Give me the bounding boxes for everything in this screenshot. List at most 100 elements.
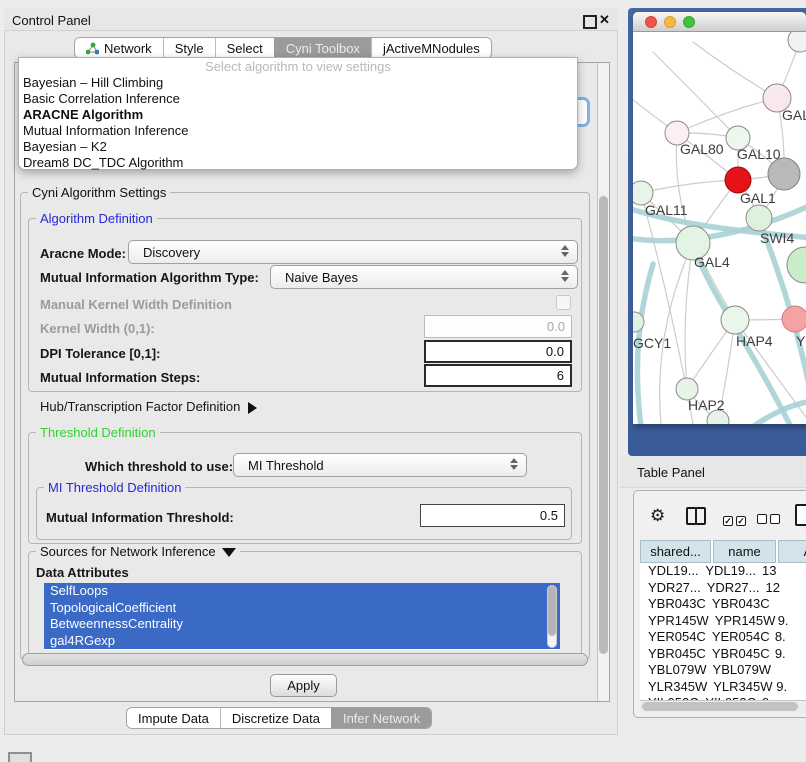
float-window-icon[interactable]	[583, 15, 597, 29]
attribute-list-scrollbar-thumb[interactable]	[548, 586, 556, 636]
table-row[interactable]: YER054CYER054C8.	[640, 629, 806, 646]
network-window-titlebar[interactable]	[633, 12, 806, 32]
deselect-all-columns-icon[interactable]	[757, 512, 783, 527]
table-row[interactable]: YBR043CYBR043C	[640, 596, 806, 613]
manual-kernel-checkbox[interactable]	[556, 295, 571, 310]
window-zoom-icon[interactable]	[683, 16, 695, 28]
column-header-a[interactable]: A	[778, 540, 806, 563]
table-cell: YBL079W	[707, 662, 770, 679]
table-row[interactable]: YDR27...YDR27...12	[640, 580, 806, 597]
data-attributes-label: Data Attributes	[36, 565, 129, 580]
mi-threshold-field[interactable]	[420, 504, 565, 527]
algorithm-option-bayesian-hill-climbing[interactable]: Bayesian – Hill Climbing	[19, 75, 577, 91]
combo-stepper-icon	[561, 270, 569, 282]
network-node[interactable]	[787, 247, 806, 283]
tab-select[interactable]: Select	[215, 38, 274, 58]
combo-stepper-icon	[561, 245, 569, 257]
sources-group-title[interactable]: Sources for Network Inference	[36, 545, 240, 558]
table-cell: YBL079W	[640, 662, 707, 679]
column-header-name[interactable]: name	[713, 540, 776, 563]
attribute-item-topologicalcoefficient[interactable]: TopologicalCoefficient	[44, 600, 560, 617]
table-cell: YBR045C	[706, 646, 769, 663]
collapsed-arrow-icon	[248, 402, 257, 414]
network-edge[interactable]	[685, 243, 693, 389]
tab-network[interactable]: Network	[75, 38, 163, 58]
tab-label: Impute Data	[138, 711, 209, 726]
table-row[interactable]: YLR345WYLR345W9.	[640, 679, 806, 696]
tab-style[interactable]: Style	[163, 38, 215, 58]
table-hscrollbar-thumb[interactable]	[642, 702, 798, 711]
network-node[interactable]	[768, 158, 800, 190]
network-node[interactable]	[746, 205, 772, 231]
node-label: GAL80	[680, 141, 724, 157]
network-edge[interactable]	[641, 180, 738, 193]
select-all-columns-icon[interactable]: ✓✓	[723, 512, 749, 527]
algorithm-option-dream8-dc-tdc-algorithm[interactable]: Dream8 DC_TDC Algorithm	[19, 155, 577, 171]
column-header-shared-[interactable]: shared...	[640, 540, 711, 563]
mi-type-value: Naive Bayes	[285, 270, 358, 285]
network-node[interactable]	[788, 32, 806, 52]
node-label: Y	[796, 333, 806, 349]
vertical-scrollbar-thumb[interactable]	[599, 196, 608, 654]
table-cell: 9.	[769, 646, 806, 663]
table-row[interactable]: YBR045CYBR045C9.	[640, 646, 806, 663]
aracne-mode-combo[interactable]: Discovery	[128, 240, 578, 264]
algorithm-option-basic-correlation-inference[interactable]: Basic Correlation Inference	[19, 91, 577, 107]
algorithm-option-bayesian-k2[interactable]: Bayesian – K2	[19, 139, 577, 155]
network-edge[interactable]	[693, 42, 777, 98]
kernel-width-field[interactable]	[424, 315, 572, 338]
dpi-tolerance-field[interactable]	[424, 340, 572, 363]
table-cell: YBR043C	[706, 596, 769, 613]
attribute-item-betweennesscentrality[interactable]: BetweennessCentrality	[44, 616, 560, 633]
attribute-item-selfloops[interactable]: SelfLoops	[44, 583, 560, 600]
algorithm-option-mutual-information-inference[interactable]: Mutual Information Inference	[19, 123, 577, 139]
horizontal-scrollbar[interactable]	[22, 653, 588, 666]
tab-cyni-toolbox[interactable]: Cyni Toolbox	[274, 38, 371, 58]
which-threshold-combo[interactable]: MI Threshold	[233, 453, 527, 477]
mi-type-combo[interactable]: Naive Bayes	[270, 265, 578, 289]
table-panel-title: Table Panel	[637, 465, 705, 480]
threshold-definition-title: Threshold Definition	[36, 426, 160, 439]
network-edge[interactable]	[677, 98, 777, 133]
cyni-algorithm-settings-title: Cyni Algorithm Settings	[28, 186, 170, 199]
tab-infer-network[interactable]: Infer Network	[331, 708, 431, 728]
table-header-row: shared...nameA	[640, 540, 806, 563]
tab-impute-data[interactable]: Impute Data	[127, 708, 220, 728]
gear-icon[interactable]: ⚙	[650, 506, 665, 526]
table-body: YDL19...YDL19...13YDR27...YDR27...12YBR0…	[640, 563, 806, 700]
tab-discretize-data[interactable]: Discretize Data	[220, 708, 331, 728]
window-close-icon[interactable]	[645, 16, 657, 28]
table-cell: YDR27...	[640, 580, 701, 597]
sources-title-text: Sources for Network Inference	[40, 544, 216, 559]
export-table-icon[interactable]	[795, 504, 806, 526]
tab-jactivemnodules[interactable]: jActiveMNodules	[371, 38, 491, 58]
dpi-tolerance-label: DPI Tolerance [0,1]:	[40, 346, 160, 361]
algorithm-definition-title: Algorithm Definition	[36, 212, 157, 225]
hub-section-toggle[interactable]: Hub/Transcription Factor Definition	[40, 399, 257, 414]
network-canvas[interactable]: GALGAL80GAL10GAL1GAL11SWI4GAL4GCY1HAP4YH…	[633, 32, 806, 424]
kernel-width-label: Kernel Width (0,1):	[40, 321, 155, 336]
columns-icon[interactable]	[686, 507, 706, 525]
network-node[interactable]	[782, 306, 806, 332]
algorithm-option-aracne-algorithm[interactable]: ARACNE Algorithm	[19, 107, 577, 123]
algorithm-placeholder: Select algorithm to view settings	[19, 58, 577, 75]
tab-label: Select	[227, 41, 263, 56]
hub-section-label: Hub/Transcription Factor Definition	[40, 399, 240, 414]
window-minimize-icon[interactable]	[664, 16, 676, 28]
network-node[interactable]	[721, 306, 749, 334]
control-panel-titlebar	[4, 8, 618, 31]
table-row[interactable]: YPR145WYPR145W9.	[640, 613, 806, 630]
close-icon[interactable]: ✕	[599, 12, 610, 28]
table-row[interactable]: YDL19...YDL19...13	[640, 563, 806, 580]
attribute-item-gal4rgexp[interactable]: gal4RGexp	[44, 633, 560, 650]
tab-label: Network	[104, 41, 152, 56]
aracne-mode-label: Aracne Mode:	[40, 246, 126, 261]
node-label: GCY1	[633, 335, 671, 351]
network-graph: GALGAL80GAL10GAL1GAL11SWI4GAL4GCY1HAP4YH…	[633, 32, 806, 424]
table-row[interactable]: YBL079WYBL079W	[640, 662, 806, 679]
unchecked-box-icon	[770, 514, 780, 524]
minimized-window-icon[interactable]	[8, 752, 32, 762]
mi-steps-field[interactable]	[424, 364, 572, 387]
apply-button[interactable]: Apply	[270, 674, 337, 697]
control-panel-title: Control Panel	[12, 13, 91, 28]
